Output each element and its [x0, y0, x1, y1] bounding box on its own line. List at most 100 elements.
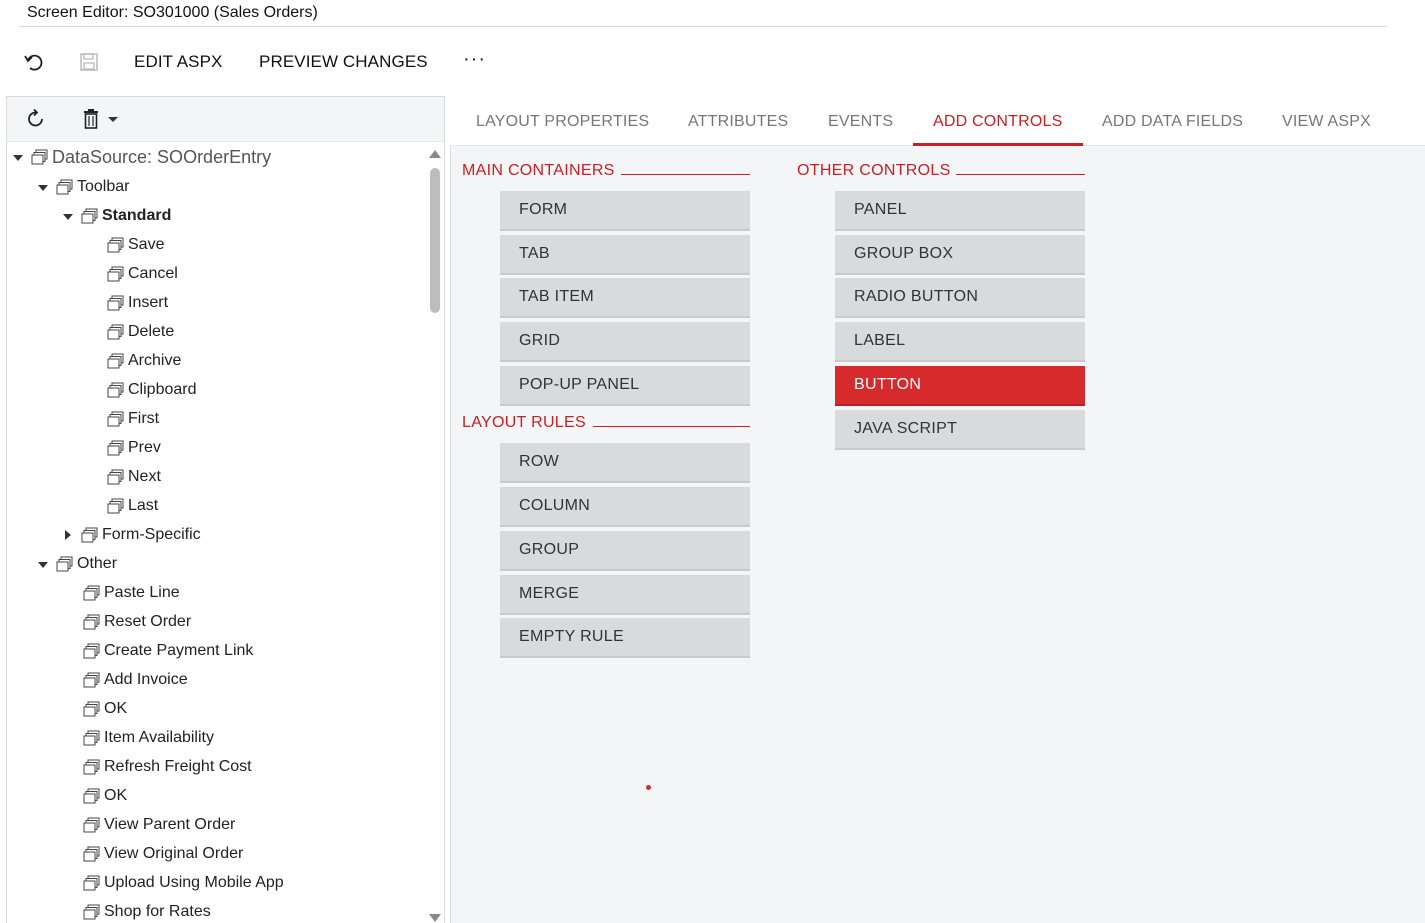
properties-panel: LAYOUT PROPERTIES ATTRIBUTES EVENTS ADD …: [450, 96, 1425, 923]
control-icon: [83, 788, 100, 804]
tree-node-form-specific[interactable]: Form-Specific: [61, 522, 201, 548]
control-form-button[interactable]: FORM: [500, 191, 750, 231]
tree-node-standard-item[interactable]: Delete: [107, 319, 174, 345]
control-radio-button-button[interactable]: RADIO BUTTON: [835, 278, 1085, 318]
tree-node-label: First: [128, 410, 160, 427]
tree-node-toolbar[interactable]: Toolbar: [36, 174, 129, 200]
tree-node-label: Cancel: [128, 265, 178, 282]
tree-node-standard-item[interactable]: Archive: [107, 348, 181, 374]
control-tab-button[interactable]: TAB: [500, 235, 750, 275]
tab-add-data-fields[interactable]: ADD DATA FIELDS: [1102, 113, 1243, 131]
tab-view-aspx[interactable]: VIEW ASPX: [1282, 113, 1371, 131]
tree-scrollbar[interactable]: [425, 144, 444, 923]
control-tab-item-button[interactable]: TAB ITEM: [500, 278, 750, 318]
scroll-thumb[interactable]: [430, 168, 440, 313]
rule-empty-rule-button[interactable]: EMPTY RULE: [500, 618, 750, 658]
tree-node-other-item[interactable]: OK: [83, 696, 127, 722]
expand-toggle[interactable]: [61, 528, 75, 542]
rule-merge-button[interactable]: MERGE: [500, 575, 750, 615]
section-divider: [593, 426, 750, 427]
window-title: Screen Editor: SO301000 (Sales Orders): [27, 4, 318, 21]
control-icon: [107, 237, 124, 253]
tab-layout-properties[interactable]: LAYOUT PROPERTIES: [476, 113, 649, 131]
tree-node-other-item[interactable]: Reset Order: [83, 609, 191, 635]
tree-node-label: View Parent Order: [104, 816, 236, 833]
control-icon: [107, 498, 124, 514]
control-panel-button[interactable]: PANEL: [835, 191, 1085, 231]
trash-icon[interactable]: [80, 108, 102, 130]
tree-node-other-item[interactable]: Create Payment Link: [83, 638, 253, 664]
tree-node-other-item[interactable]: View Parent Order: [83, 812, 235, 838]
tree-node-label: Toolbar: [77, 178, 130, 195]
tree-node-standard-item[interactable]: Save: [107, 232, 164, 258]
title-divider: [20, 26, 1387, 27]
control-icon: [107, 411, 124, 427]
tree-node-other-item[interactable]: Shop for Rates: [83, 899, 211, 923]
tree-node-datasource[interactable]: DataSource: SOOrderEntry: [11, 144, 271, 170]
collapse-toggle[interactable]: [36, 557, 50, 571]
tree-node-label: Clipboard: [128, 381, 197, 398]
tree-node-label: Save: [128, 236, 165, 253]
tree-node-standard-item[interactable]: First: [107, 406, 159, 432]
control-label-button[interactable]: LABEL: [835, 322, 1085, 362]
section-title-other-controls: OTHER CONTROLS: [797, 162, 951, 179]
tree-node-standard-item[interactable]: Prev: [107, 435, 161, 461]
control-icon: [83, 585, 100, 601]
more-menu-button[interactable]: ···: [463, 48, 486, 71]
scroll-down-icon[interactable]: [429, 914, 441, 922]
tree-node-label: Refresh Freight Cost: [104, 758, 252, 775]
control-icon: [83, 904, 100, 920]
control-button-button[interactable]: BUTTON: [835, 366, 1085, 406]
tree-node-standard-item[interactable]: Last: [107, 493, 158, 519]
tree-node-other-item[interactable]: Paste Line: [83, 580, 180, 606]
refresh-icon[interactable]: [25, 108, 47, 130]
control-icon: [56, 179, 73, 195]
control-icon: [107, 440, 124, 456]
tree-node-other-item[interactable]: Add Invoice: [83, 667, 188, 693]
tree-node-other[interactable]: Other: [36, 551, 117, 577]
tree-node-standard-item[interactable]: Clipboard: [107, 377, 196, 403]
tree-node-label: Last: [128, 497, 159, 514]
tab-attributes[interactable]: ATTRIBUTES: [688, 113, 788, 131]
control-grid-button[interactable]: GRID: [500, 322, 750, 362]
tree-node-other-item[interactable]: Item Availability: [83, 725, 214, 751]
save-icon[interactable]: [77, 50, 101, 74]
rule-column-button[interactable]: COLUMN: [500, 487, 750, 527]
control-icon: [83, 875, 100, 891]
control-icon: [56, 556, 73, 572]
tree-node-label: OK: [104, 787, 128, 804]
section-divider: [621, 174, 750, 175]
tree-node-label: Shop for Rates: [104, 903, 211, 920]
tree-node-standard-item[interactable]: Next: [107, 464, 161, 490]
control-popup-panel-button[interactable]: POP-UP PANEL: [500, 366, 750, 406]
chevron-down-icon[interactable]: [108, 117, 118, 122]
rule-row-button[interactable]: ROW: [500, 443, 750, 483]
tree-node-other-item[interactable]: OK: [83, 783, 127, 809]
tree-node-label: DataSource: SOOrderEntry: [52, 146, 272, 167]
tab-add-controls[interactable]: ADD CONTROLS: [933, 113, 1063, 131]
scroll-up-icon[interactable]: [429, 150, 441, 158]
rule-group-button[interactable]: GROUP: [500, 531, 750, 571]
collapse-toggle[interactable]: [36, 180, 50, 194]
tree-node-other-item[interactable]: Upload Using Mobile App: [83, 870, 284, 896]
control-icon: [83, 759, 100, 775]
preview-changes-button[interactable]: PREVIEW CHANGES: [259, 52, 428, 72]
tree-node-standard-item[interactable]: Cancel: [107, 261, 178, 287]
tree-node-other-item[interactable]: Refresh Freight Cost: [83, 754, 252, 780]
tree-node-standard-item[interactable]: Insert: [107, 290, 168, 316]
control-icon: [107, 295, 124, 311]
tree-node-label: Other: [77, 555, 118, 572]
tree-node-other-item[interactable]: View Original Order: [83, 841, 243, 867]
control-group-box-button[interactable]: GROUP BOX: [835, 235, 1085, 275]
add-controls-content: MAIN CONTAINERS FORM TAB TAB ITEM GRID P…: [450, 146, 1425, 923]
tree-toolbar: [7, 97, 444, 142]
control-icon: [107, 324, 124, 340]
undo-icon[interactable]: [22, 50, 46, 74]
control-java-script-button[interactable]: JAVA SCRIPT: [835, 410, 1085, 450]
main-toolbar: EDIT ASPX PREVIEW CHANGES ···: [0, 40, 1425, 84]
tree-node-standard[interactable]: Standard: [61, 203, 171, 229]
edit-aspx-button[interactable]: EDIT ASPX: [134, 52, 222, 72]
collapse-toggle[interactable]: [11, 150, 25, 164]
tab-events[interactable]: EVENTS: [828, 113, 893, 131]
collapse-toggle[interactable]: [61, 209, 75, 223]
